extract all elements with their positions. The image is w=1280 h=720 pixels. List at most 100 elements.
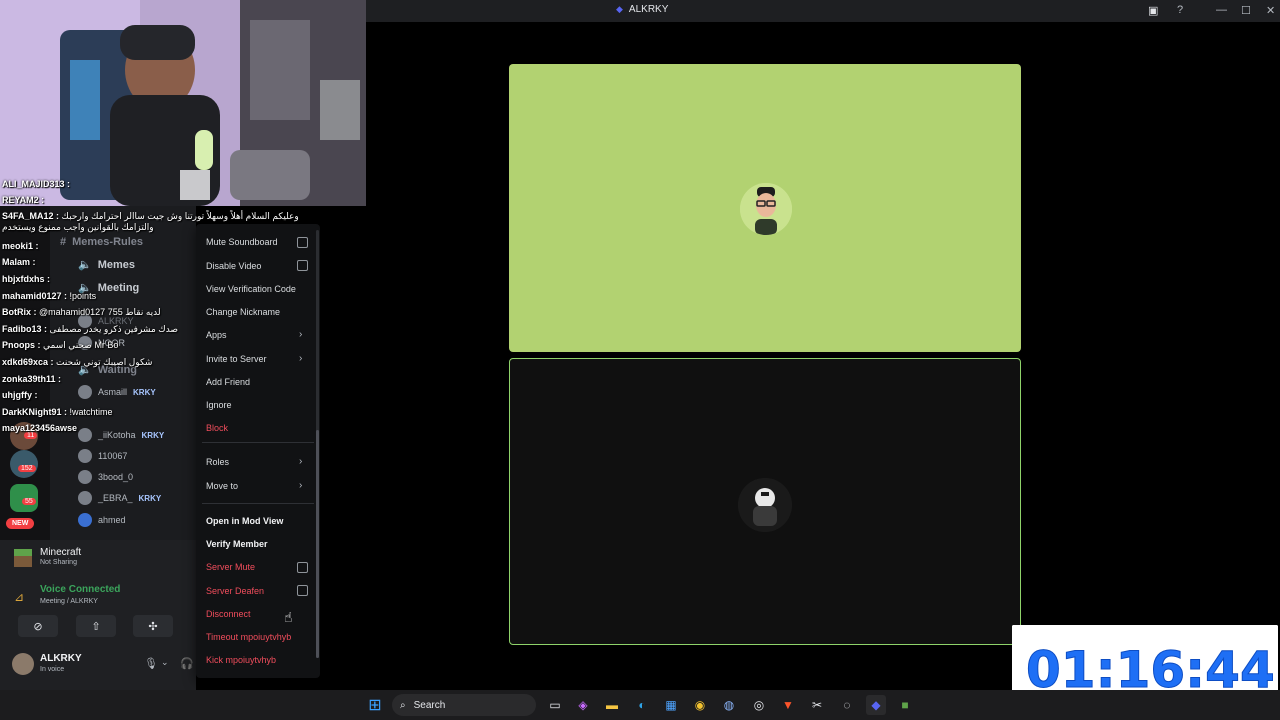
menu-item-block[interactable]: Block [206,423,228,433]
chevron-right-icon: › [299,480,303,491]
menu-item-kick[interactable]: Kick mpoiuytvhyb [206,655,276,665]
channel-memes-rules[interactable]: # Memes-Rules [60,236,143,248]
chat-message: ALI_MAJID313 : [2,179,71,189]
menu-item-change-nickname[interactable]: Change Nickname [206,307,280,317]
windows-start-icon[interactable]: ⊞ [365,695,385,715]
streamer-camera-image [0,0,366,206]
close-icon[interactable]: ✕ [1266,4,1275,17]
search-icon: ⌕ [400,699,406,711]
role-tag: KRKY [138,493,162,503]
member-row[interactable]: Asmaill KRKY [78,385,156,399]
obs-icon[interactable]: ◎ [749,695,769,715]
hash-icon: # [60,236,67,248]
chrome-icon[interactable]: ◉ [690,695,710,715]
screen-share-button[interactable]: ⇧ [76,615,116,637]
discord-icon[interactable]: ◆ [866,695,886,715]
chat-message: REYAM2 : [2,195,45,205]
game-activity[interactable]: Minecraft Not Sharing [14,547,194,573]
menu-item-timeout[interactable]: Timeout mpoiuytvhyb [206,632,291,642]
search-label: Search [413,699,446,711]
activities-button[interactable]: ✣ [133,615,173,637]
copilot-icon[interactable]: ◈ [573,695,593,715]
unread-badge: 11 [24,432,38,439]
checkbox[interactable] [297,260,308,271]
avatar-illustration [740,183,792,235]
chat-message: maya123456awse [2,423,78,433]
microphone-icon[interactable]: 🎙 [144,657,158,670]
taskbar-search[interactable]: ⌕ Search [392,694,536,716]
menu-item-move-to[interactable]: Move to [206,481,238,491]
menu-scrollbar-thumb[interactable] [316,430,319,658]
menu-item-open-in-mod-view[interactable]: Open in Mod View [206,516,283,526]
minecraft-icon[interactable]: ■ [895,695,915,715]
avatar [78,491,92,505]
window-title-text: ALKRKY [628,4,669,15]
screen-share-icon: ⇧ [91,620,101,633]
capcut-icon[interactable]: ✂ [807,695,827,715]
menu-item-roles[interactable]: Roles [206,457,229,467]
task-view-icon[interactable]: ▭ [545,695,565,715]
menu-item-disconnect[interactable]: Disconnect [206,609,251,619]
menu-item-ignore[interactable]: Ignore [206,400,232,410]
checkbox[interactable] [297,585,308,596]
chat-message: mahamid0127 : !points [2,291,97,301]
speaker-icon: 🔈 [78,259,92,271]
steam-icon[interactable]: ◍ [719,695,739,715]
checkbox[interactable] [297,237,308,248]
headphones-icon[interactable]: 🎧 [180,657,194,670]
game-status: Not Sharing [40,559,77,566]
channel-memes[interactable]: 🔈 Memes [78,258,135,272]
member-row[interactable]: _EBRA_ KRKY [78,491,161,505]
participant-avatar-dark [738,478,792,532]
menu-item-invite-to-server[interactable]: Invite to Server [206,354,267,364]
game-name: Minecraft [40,547,82,558]
member-row[interactable]: _iiKotoha KRKY [78,428,164,442]
username: ALKRKY [40,653,82,664]
chevron-down-icon[interactable]: ⌄ [161,657,169,668]
checkbox[interactable] [297,562,308,573]
chat-message: Fadibo13 : صدك مشرفين ذكرو يخدر مصطفى [2,324,179,334]
member-row[interactable]: 3bood_0 [78,470,133,484]
menu-item-verify-member[interactable]: Verify Member [206,539,268,549]
store-icon[interactable]: ▦ [661,695,681,715]
avatar [78,385,92,399]
maximize-icon[interactable]: ☐ [1241,4,1251,17]
menu-item-disable-video[interactable]: Disable Video [206,261,261,271]
participant-avatar [740,183,792,235]
voice-channel-label: Meeting / ALKRKY [40,598,98,605]
avatar [78,428,92,442]
menu-item-add-friend[interactable]: Add Friend [206,377,250,387]
menu-item-server-mute[interactable]: Server Mute [206,562,255,572]
member-row[interactable]: ahmed [78,513,126,527]
minimize-icon[interactable]: — [1216,4,1227,16]
toggle-camera-button[interactable]: ⊘ [18,615,58,637]
discord-logo-icon: ◆ [616,4,623,14]
chevron-right-icon: › [299,329,303,340]
chat-message: xdkd69xca : شكول اصيبك توني شحنت [2,357,153,367]
role-tag: KRKY [133,387,156,397]
menu-item-server-deafen[interactable]: Server Deafen [206,586,264,596]
screen-share-icon[interactable]: ▣ [1148,4,1158,17]
menu-divider [202,503,314,504]
server-icon[interactable] [10,450,38,478]
chat-message: DarkKNight91 : !watchtime [2,407,113,417]
member-row[interactable]: 110067 [78,449,127,463]
brave-icon[interactable]: ▼ [778,695,798,715]
edge-icon[interactable]: ◐ [632,695,652,715]
avatar[interactable] [12,653,34,675]
help-icon[interactable]: ? [1177,4,1183,16]
chat-message: hbjxfdxhs : [2,274,51,284]
avatar [78,449,92,463]
app-icon[interactable]: ◌ [837,695,857,715]
menu-item-view-verification-code[interactable]: View Verification Code [206,284,296,294]
window-title: ◆ ALKRKY [616,4,668,15]
chat-message: Malam : [2,257,36,267]
file-explorer-icon[interactable]: ▬ [602,695,622,715]
activities-icon: ✣ [148,620,158,633]
hand-cursor-icon: ☝ [284,609,293,625]
menu-item-mute-soundboard[interactable]: Mute Soundboard [206,237,278,247]
screen-root: { "window": { "title": "ALKRKY" }, "chan… [0,0,1280,720]
chat-message: zonka39th11 : [2,374,62,384]
menu-item-apps[interactable]: Apps [206,330,227,340]
avatar [78,470,92,484]
